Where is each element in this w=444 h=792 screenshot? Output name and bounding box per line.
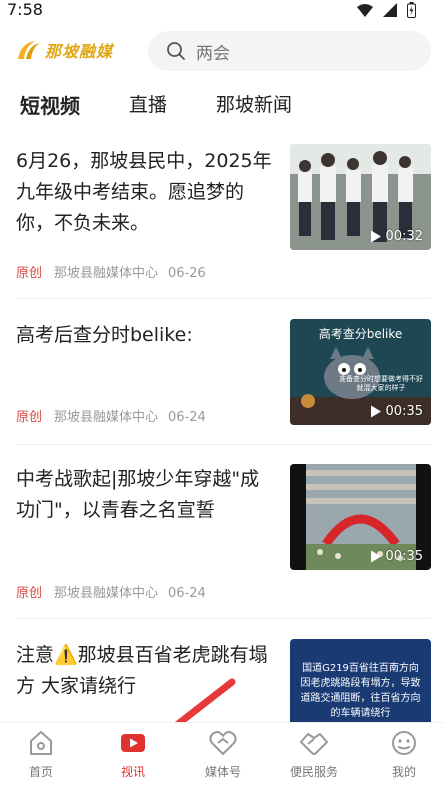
video-duration: 00:32 [370,229,423,244]
item-source: 那坡县融媒体中心 [54,586,159,601]
logo-mark-icon [18,41,40,59]
nav-item-media-account[interactable]: 媒体号 [179,729,267,780]
video-thumbnail[interactable]: 00:35 [290,464,431,570]
item-meta: 原创 那坡县融媒体中心 06-26 [16,262,206,281]
search-icon [167,42,185,60]
divider [16,618,431,619]
play-icon [370,405,381,418]
item-tag: 原创 [16,410,43,425]
nav-item-services[interactable]: 便民服务 [270,729,358,780]
nav-item-home[interactable]: 首页 [0,729,85,780]
video-icon [121,734,145,752]
battery-icon [407,2,416,18]
nav-label: 首页 [28,765,53,779]
tab-live[interactable]: 直播 [129,90,167,117]
video-thumbnail[interactable]: 高考查分belike 准备查分时想要做考得不好就混大家的样子 00:35 [290,319,431,425]
search-placeholder: 两会 [196,43,230,64]
item-tag: 原创 [16,586,43,601]
item-source: 那坡县融媒体中心 [54,410,159,425]
item-date: 06-24 [168,586,206,601]
list-item[interactable]: 高考后查分时belike: 原创 那坡县融媒体中心 06-24 高考查分belike… [0,318,444,426]
item-date: 06-24 [168,410,206,425]
video-duration: 00:35 [370,549,423,564]
duration-text: 00:35 [385,549,423,564]
logo-text: 那坡融媒 [45,42,114,61]
play-icon [370,550,381,563]
duration-text: 00:35 [385,404,423,419]
handshake-icon [300,733,328,755]
item-title: 中考战歌起|那坡少年穿越"成功门"，以青春之名宣誓 [16,468,260,521]
tab-short-video[interactable]: 短视频 [20,90,80,119]
item-title: 6月26，那坡县民中，2025年九年级中考结束。愿追梦的你，不负未来。 [16,150,272,234]
nav-item-video[interactable]: 视讯 [89,729,177,780]
item-date: 06-26 [168,266,206,281]
profile-icon [392,731,416,755]
app-screen: 7:58 那坡融媒 两会 短视频 直播 那坡新闻 6月26，那坡县民中，2025… [0,0,444,792]
video-thumbnail[interactable]: 00:32 [290,144,431,250]
status-icons [357,2,416,18]
app-logo[interactable]: 那坡融媒 [15,38,113,62]
item-meta: 原创 那坡县融媒体中心 06-24 [16,406,206,425]
thumb-caption: 高考查分belike [318,327,403,341]
nav-label: 我的 [391,765,416,779]
item-tag: 原创 [16,266,43,281]
divider [16,444,431,445]
status-bar: 7:58 [0,0,444,22]
play-icon [370,230,381,243]
top-header: 那坡融媒 两会 [0,30,444,74]
search-bar[interactable]: 两会 [148,31,431,71]
list-item[interactable]: 6月26，那坡县民中，2025年九年级中考结束。愿追梦的你，不负未来。 原创 那坡… [0,144,444,284]
video-thumbnail[interactable]: 国道G219百省往百南方向因老虎跳路段有塌方，导致道路交通阻断，往百省方向的车辆… [290,639,431,729]
category-tabs: 短视频 直播 那坡新闻 [0,90,444,122]
thumb-caption: 国道G219百省往百南方向因老虎跳路段有塌方，导致道路交通阻断，往百省方向的车辆… [300,663,421,719]
item-meta: 原创 那坡县融媒体中心 06-24 [16,582,206,601]
nav-label: 视讯 [120,765,145,779]
bottom-navigation: 首页 视讯 媒体号 便民服务 我的 [0,722,444,792]
signal-icon [383,3,397,17]
item-source: 那坡县融媒体中心 [54,266,159,281]
nav-item-profile[interactable]: 我的 [360,729,444,780]
status-time: 7:58 [7,0,43,19]
duration-text: 00:32 [385,229,423,244]
nav-label: 媒体号 [204,765,241,779]
media-account-icon [209,731,237,755]
home-icon [30,731,52,755]
thumb-subtitle: 准备查分时想要做考得不好就混大家的样子 [339,375,423,392]
wifi-icon [357,3,373,17]
nav-label: 便民服务 [289,765,338,779]
list-item[interactable]: 中考战歌起|那坡少年穿越"成功门"，以青春之名宣誓 原创 那坡县融媒体中心 06-2… [0,464,444,604]
video-duration: 00:35 [370,404,423,419]
tab-napo-news[interactable]: 那坡新闻 [216,90,292,117]
item-title: 高考后查分时belike: [16,324,193,346]
divider [16,298,431,299]
